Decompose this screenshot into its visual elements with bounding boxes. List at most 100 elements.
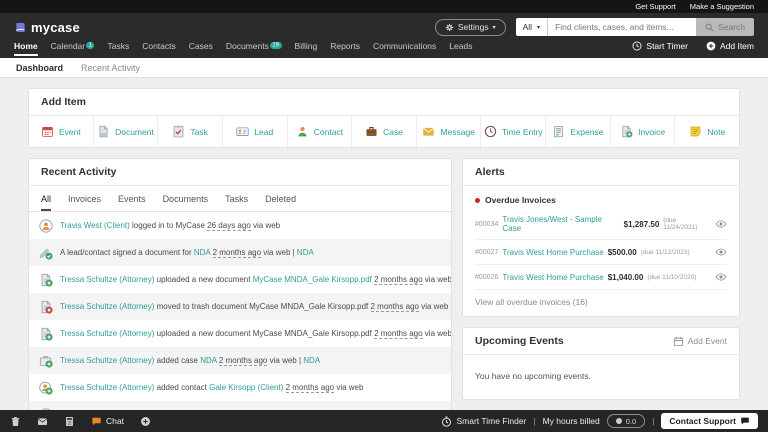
chevron-down-icon: ▾ (492, 24, 496, 31)
add-item-case-button[interactable]: Case (352, 116, 417, 147)
view-all-overdue-link[interactable]: View all overdue invoices (16) (475, 290, 588, 309)
activity-link[interactable]: NDA (200, 356, 216, 365)
add-item-invoice-button[interactable]: Invoice (611, 116, 676, 147)
activity-text: Tressa Schultze (Attorney) added contact… (60, 383, 363, 393)
activity-row: Tressa Schultze (Attorney) uploaded a ne… (29, 320, 451, 347)
settings-button[interactable]: Settings ▾ (434, 18, 506, 36)
activity-link[interactable]: Tressa Schultze (Attorney) (60, 302, 154, 311)
get-support-link[interactable]: Get Support (635, 2, 675, 11)
chat-button[interactable]: Chat (91, 416, 124, 427)
upcoming-events-title: Upcoming Events (475, 335, 564, 347)
trash-icon[interactable] (10, 416, 21, 427)
activity-link[interactable]: NDA (194, 248, 210, 257)
note-icon (689, 125, 702, 138)
calculator-icon[interactable] (64, 416, 75, 427)
activity-row: Tressa Schultze (Attorney) uploaded a ne… (29, 266, 451, 293)
contact-icon (296, 125, 309, 138)
activity-link[interactable]: NDA (297, 248, 314, 257)
activity-tab-invoices[interactable]: Invoices (68, 194, 101, 211)
nav-item-leads[interactable]: Leads (449, 41, 472, 56)
activity-link[interactable]: Gale Kirsopp (Client) (209, 383, 283, 392)
eye-icon[interactable] (715, 246, 727, 258)
nav-item-billing[interactable]: Billing (295, 41, 318, 56)
activity-link[interactable]: Travis West (Client) (60, 221, 130, 230)
activity-timestamp[interactable]: 2 months ago (285, 383, 335, 393)
activity-timestamp[interactable]: 2 months ago (218, 356, 268, 366)
add-item-task-button[interactable]: Task (158, 116, 223, 147)
activity-plain-text: via web | (424, 329, 451, 338)
main-content: Add Item Event Document Task Lead Contact Cas… (0, 78, 768, 432)
add-item-contact-button[interactable]: Contact (288, 116, 353, 147)
nav-item-calendar[interactable]: Calendar 1 (51, 41, 95, 56)
add-item-label: Case (383, 126, 403, 137)
activity-tab-documents[interactable]: Documents (163, 194, 209, 211)
activity-link[interactable]: Tressa Schultze (Attorney) (60, 329, 154, 338)
nav-item-home[interactable]: Home (14, 41, 38, 56)
add-event-button[interactable]: Add Event (673, 336, 727, 347)
document-signed-icon (39, 246, 53, 260)
activity-link[interactable]: Tressa Schultze (Attorney) (60, 383, 154, 392)
tab-dashboard[interactable]: Dashboard (16, 63, 63, 73)
mycase-logo[interactable]: mycase (14, 20, 80, 35)
activity-tab-tasks[interactable]: Tasks (225, 194, 248, 211)
add-item-note-button[interactable]: Note (675, 116, 739, 147)
activity-timestamp[interactable]: 2 months ago (370, 302, 419, 312)
eye-icon[interactable] (715, 218, 727, 230)
search-scope-select[interactable]: All ▾ (515, 18, 549, 36)
add-item-message-button[interactable]: Message (417, 116, 482, 147)
invoice-name-link[interactable]: Travis West Home Purchase (502, 273, 603, 282)
add-item-lead-button[interactable]: Lead (223, 116, 288, 147)
nav-item-documents[interactable]: Documents 19 (226, 41, 282, 56)
activity-link[interactable]: NDA (303, 356, 320, 365)
nav-item-tasks[interactable]: Tasks (107, 41, 129, 56)
invoice-amount: $1,287.50 (623, 219, 660, 229)
search-button-label: Search (718, 22, 745, 32)
nav-items: Home Calendar 1 Tasks Contacts Cases Documents… (14, 41, 472, 56)
invoice-name-link[interactable]: Travis West Home Purchase (502, 248, 603, 257)
add-item-button[interactable]: Add Item (706, 41, 754, 51)
invoice-due-date: (due 11/12/2023) (640, 248, 690, 256)
nav-item-label: Home (14, 41, 38, 51)
nav-item-contacts[interactable]: Contacts (142, 41, 176, 56)
bottom-bar: Chat Smart Time Finder | My hours billed… (0, 410, 768, 432)
nav-item-cases[interactable]: Cases (189, 41, 213, 56)
search-input[interactable] (548, 18, 697, 36)
add-item-time-entry-button[interactable]: Time Entry (481, 116, 547, 147)
activity-tab-all[interactable]: All (41, 194, 52, 211)
separator: | (652, 416, 655, 426)
nav-item-reports[interactable]: Reports (330, 41, 360, 56)
timer-dot-icon (615, 418, 622, 424)
activity-link[interactable]: Tressa Schultze (Attorney) (60, 275, 154, 284)
activity-row: Tressa Schultze (Attorney) moved to tras… (29, 293, 451, 320)
activity-timestamp[interactable]: 2 months ago (374, 275, 423, 285)
nav-item-label: Calendar (50, 41, 86, 51)
contact-support-button[interactable]: Contact Support (661, 413, 758, 429)
document-added-icon (39, 327, 53, 341)
activity-link[interactable]: Tressa Schultze (Attorney) (60, 356, 154, 365)
add-item-label: Task (190, 126, 208, 137)
overdue-invoice-list: #00034 Travis Jones/West - Sample Case $1,… (475, 209, 727, 290)
activity-row: Tressa Schultze (Attorney) added case ND… (29, 347, 451, 374)
activity-tab-deleted[interactable]: Deleted (265, 194, 296, 211)
timer-pill[interactable]: 0.0 (606, 414, 646, 428)
activity-timestamp[interactable]: 2 months ago (212, 248, 262, 258)
add-item-expense-button[interactable]: Expense (546, 116, 611, 147)
nav-item-communications[interactable]: Communications (373, 41, 436, 56)
plus-circle-icon[interactable] (140, 416, 151, 427)
start-timer-button[interactable]: Start Timer (632, 41, 688, 51)
add-item-document-button[interactable]: Document (94, 116, 159, 147)
activity-timestamp[interactable]: 26 days ago (207, 221, 251, 231)
search-button[interactable]: Search (696, 18, 754, 36)
make-suggestion-link[interactable]: Make a Suggestion (690, 2, 754, 11)
activity-timestamp[interactable]: 2 months ago (374, 329, 423, 339)
invoice-number: #00034 (475, 220, 499, 228)
invoice-name-link[interactable]: Travis Jones/West - Sample Case (502, 215, 619, 233)
smart-time-finder-button[interactable]: Smart Time Finder (441, 416, 526, 427)
add-item-event-button[interactable]: Event (29, 116, 94, 147)
tab-recent-activity[interactable]: Recent Activity (81, 63, 140, 73)
activity-link[interactable]: MyCase MNDA_Gale Kirsopp.pdf (253, 275, 372, 284)
invoice-due-date: (due 11/24/2021) (663, 217, 698, 231)
eye-icon[interactable] (715, 271, 727, 283)
envelope-icon[interactable] (37, 416, 48, 427)
activity-tab-events[interactable]: Events (118, 194, 146, 211)
